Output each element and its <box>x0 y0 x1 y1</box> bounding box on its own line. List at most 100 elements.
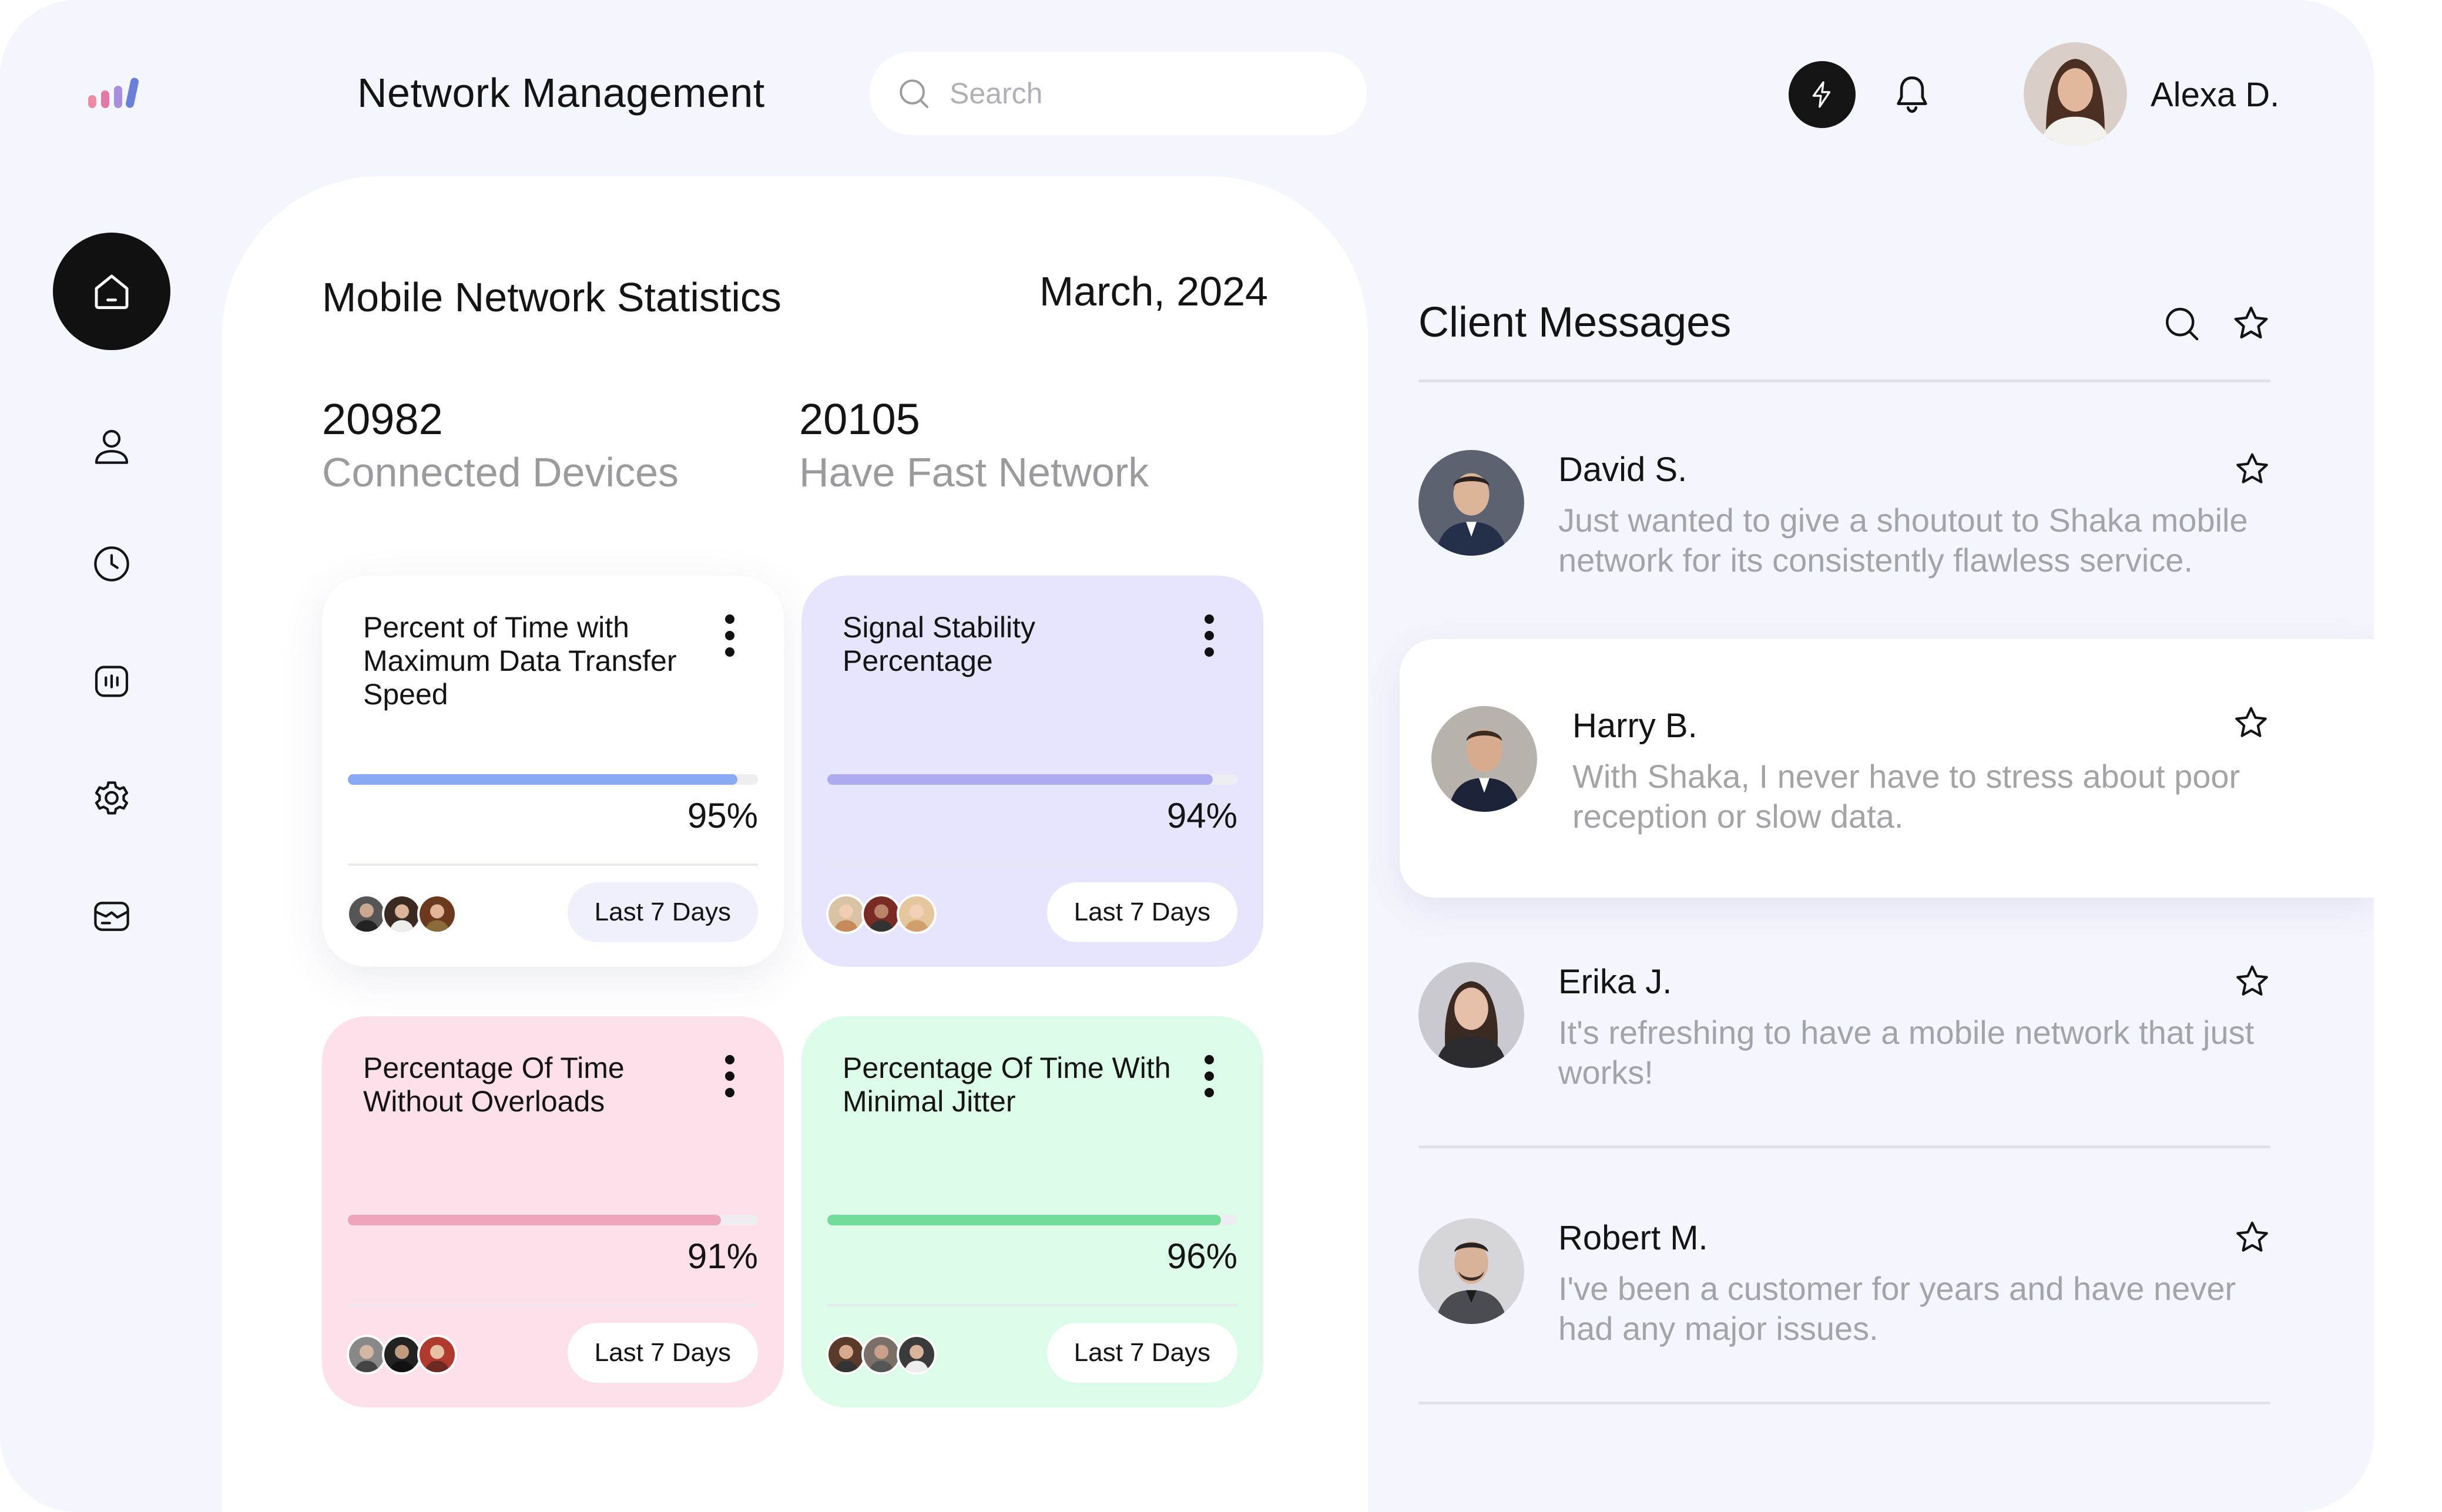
progress-fill <box>827 774 1213 785</box>
star-icon[interactable] <box>2233 962 2272 1001</box>
avatar <box>861 894 901 934</box>
star-icon[interactable] <box>2233 450 2272 489</box>
sidebar-item-home[interactable] <box>53 233 170 350</box>
progress-fill <box>827 1215 1222 1225</box>
stat-label: Have Fast Network <box>799 449 1149 495</box>
message-text: I've been a customer for years and have … <box>1558 1270 2236 1348</box>
stat-value: 20982 <box>322 395 443 443</box>
star-icon[interactable] <box>2233 1218 2272 1257</box>
star-icon[interactable] <box>2230 303 2272 344</box>
statistics-panel: Mobile Network Statistics March, 2024 20… <box>222 176 1368 1512</box>
avatar <box>1418 962 1524 1068</box>
panel-title: Mobile Network Statistics <box>322 274 781 320</box>
messages-title: Client Messages <box>1418 299 1732 346</box>
avatar <box>1418 450 1524 556</box>
stat-label: Connected Devices <box>322 449 679 495</box>
user-name[interactable]: Alexa D. <box>2151 75 2279 115</box>
app-logo[interactable] <box>87 75 146 112</box>
clock-icon <box>94 546 129 582</box>
stats-icon <box>95 666 129 697</box>
avatar <box>417 1335 457 1375</box>
more-options-icon[interactable] <box>723 1055 737 1097</box>
metric-card-max-speed: Percent of Time with Maximum Data Transf… <box>322 576 784 967</box>
bell-icon <box>1897 76 1927 113</box>
message-text: It's refreshing to have a mobile network… <box>1558 1014 2255 1091</box>
date-range-button[interactable]: Last 7 Days <box>1046 882 1237 942</box>
metric-card-overloads: Percentage Of Time Without Overloads 91%… <box>322 1016 784 1407</box>
percent-value: 95% <box>687 796 758 835</box>
message-text: With Shaka, I never have to stress about… <box>1572 758 2240 835</box>
avatar-group <box>826 894 937 934</box>
avatar <box>347 1335 387 1375</box>
date-range-button[interactable]: Last 7 Days <box>1046 1323 1237 1383</box>
divider <box>1418 1145 2270 1148</box>
card-title: Percentage Of Time With Minimal Jitter <box>843 1051 1171 1118</box>
progress-fill <box>348 1215 722 1225</box>
avatar <box>897 894 937 934</box>
message-text: Just wanted to give a shoutout to Shaka … <box>1558 502 2248 579</box>
stat-connected-devices: 20982 Connected Devices <box>322 394 679 499</box>
sidebar-item-history[interactable] <box>53 505 170 623</box>
date-selector[interactable]: March, 2024 <box>1039 268 1268 315</box>
progress-track <box>827 774 1237 785</box>
avatar <box>382 1335 422 1375</box>
more-options-icon[interactable] <box>723 614 737 657</box>
metric-card-jitter: Percentage Of Time With Minimal Jitter 9… <box>801 1016 1263 1407</box>
app-title: Network Management <box>357 70 765 116</box>
sender-name: David S. <box>1558 451 1688 489</box>
search-icon <box>900 79 928 108</box>
message-item[interactable]: Erika J. It's refreshing to have a mobil… <box>1418 962 2272 1150</box>
gear-icon <box>95 781 129 815</box>
date-range-button[interactable]: Last 7 Days <box>567 882 758 942</box>
message-icon <box>94 902 129 931</box>
percent-value: 91% <box>687 1237 758 1276</box>
progress-track <box>348 774 758 785</box>
metric-card-signal-stability: Signal Stability Percentage 94% Last 7 D… <box>801 576 1263 967</box>
user-photo <box>2024 42 2127 146</box>
more-options-icon[interactable] <box>1202 1055 1216 1097</box>
user-icon <box>95 429 129 464</box>
card-title: Signal Stability Percentage <box>843 611 1035 677</box>
search-input[interactable] <box>950 76 1326 110</box>
sidebar-item-analytics[interactable] <box>53 623 170 740</box>
user-avatar[interactable] <box>2024 42 2127 146</box>
divider <box>348 863 758 866</box>
avatar <box>417 894 457 934</box>
avatar <box>382 894 422 934</box>
message-item[interactable]: David S. Just wanted to give a shoutout … <box>1418 450 2272 638</box>
sidebar-item-messages[interactable] <box>53 858 170 975</box>
progress-fill <box>348 774 738 785</box>
sender-name: Erika J. <box>1558 963 1672 1001</box>
avatar <box>861 1335 901 1375</box>
search-icon[interactable] <box>2162 304 2201 343</box>
avatar-group <box>347 894 457 934</box>
sender-name: Harry B. <box>1572 707 1698 745</box>
date-range-button[interactable]: Last 7 Days <box>567 1323 758 1383</box>
more-options-icon[interactable] <box>1202 614 1216 657</box>
avatar-group <box>347 1335 457 1375</box>
app-window: Network Management Alexa D. <box>0 0 2374 1512</box>
divider <box>348 1304 758 1306</box>
progress-track <box>348 1215 758 1225</box>
avatar <box>1431 706 1537 812</box>
avatar <box>347 894 387 934</box>
notifications-button[interactable] <box>1890 69 1934 119</box>
divider <box>1418 1402 2270 1405</box>
card-title: Percentage Of Time Without Overloads <box>363 1051 625 1118</box>
message-item[interactable]: Robert M. I've been a customer for years… <box>1418 1218 2272 1406</box>
quick-action-button[interactable] <box>1789 61 1856 128</box>
sender-name: Robert M. <box>1558 1219 1708 1257</box>
message-item-selected[interactable]: Harry B. With Shaka, I never have to str… <box>1400 639 2374 898</box>
sidebar-item-profile[interactable] <box>53 388 170 505</box>
avatar <box>826 1335 866 1375</box>
avatar <box>826 894 866 934</box>
sidebar-item-settings[interactable] <box>53 740 170 858</box>
stat-fast-network: 20105 Have Fast Network <box>799 394 1149 499</box>
divider <box>827 863 1237 866</box>
star-icon[interactable] <box>2232 704 2270 742</box>
home-icon <box>95 274 129 310</box>
stat-value: 20105 <box>799 395 920 443</box>
divider <box>1418 379 2270 382</box>
search-bar[interactable] <box>870 52 1367 135</box>
percent-value: 96% <box>1166 1237 1237 1276</box>
